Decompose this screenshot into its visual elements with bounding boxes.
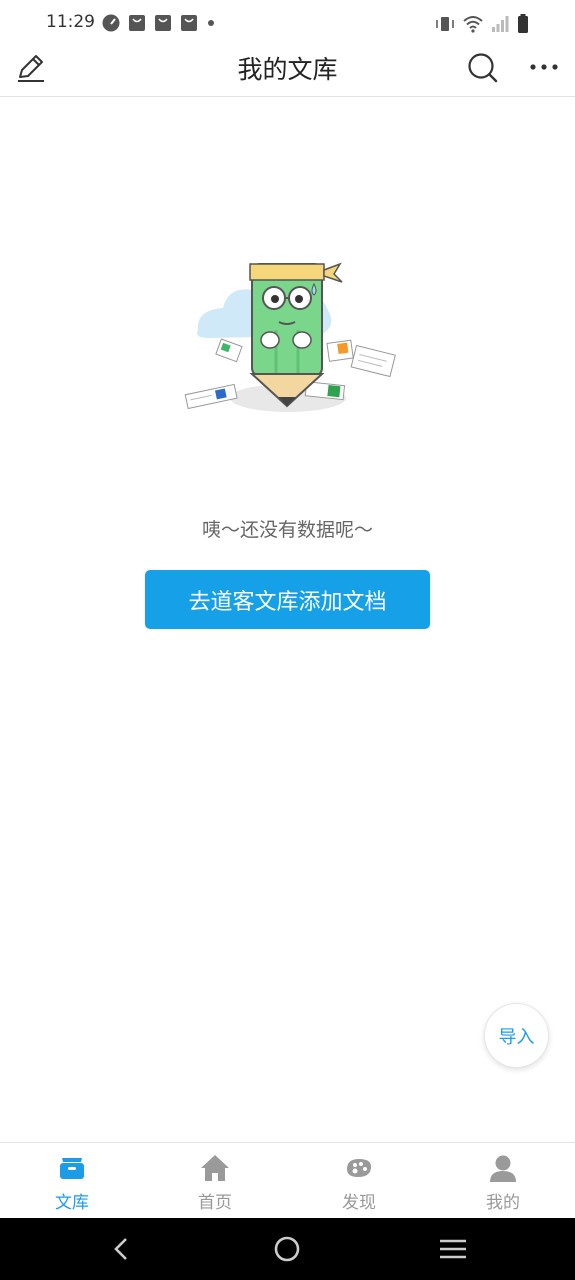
home-circle-icon[interactable] [271,1234,303,1264]
system-icons [435,14,529,34]
battery-icon [518,14,528,33]
title-bar: 我的文库 [0,46,575,97]
import-button[interactable]: 导入 [484,1003,549,1068]
speedometer-icon [102,14,120,32]
vibrate-icon [436,17,454,31]
search-button[interactable] [465,50,501,86]
dot-icon [208,20,214,26]
tab-library[interactable]: 文库 [27,1151,117,1215]
bottom-tab-bar: 文库 首页 发现 我的 [0,1142,575,1218]
library-icon [60,1158,84,1179]
shopping-bag-icon [181,15,197,31]
shopping-bag-icon [129,15,145,31]
tab-home[interactable]: 首页 [170,1151,260,1215]
profile-icon [490,1155,516,1182]
search-icon [468,53,498,83]
status-time: 11:29 [46,12,95,32]
tab-profile[interactable]: 我的 [458,1151,548,1215]
shopping-bag-icon [155,15,171,31]
status-bar: 11:29 [0,0,575,46]
wifi-icon [463,16,483,33]
back-icon[interactable] [106,1234,138,1264]
empty-message: 咦～还没有数据呢～ [201,519,373,541]
tab-library-label: 文库 [55,1193,89,1213]
home-icon [201,1155,229,1181]
menu-icon[interactable] [437,1234,469,1264]
notification-icons [102,14,216,32]
tab-profile-label: 我的 [486,1193,520,1213]
add-document-button[interactable]: 去道客文库添加文档 [145,570,430,629]
tab-home-label: 首页 [198,1193,232,1213]
empty-pencil-illustration [184,262,396,412]
import-label: 导入 [498,1026,535,1048]
more-button[interactable] [526,54,562,80]
system-nav-bar [0,1218,575,1280]
signal-icon [492,16,509,32]
tab-discover-label: 发现 [342,1193,376,1213]
more-icon [530,64,558,70]
tab-discover[interactable]: 发现 [314,1151,404,1215]
discover-icon [347,1159,372,1177]
